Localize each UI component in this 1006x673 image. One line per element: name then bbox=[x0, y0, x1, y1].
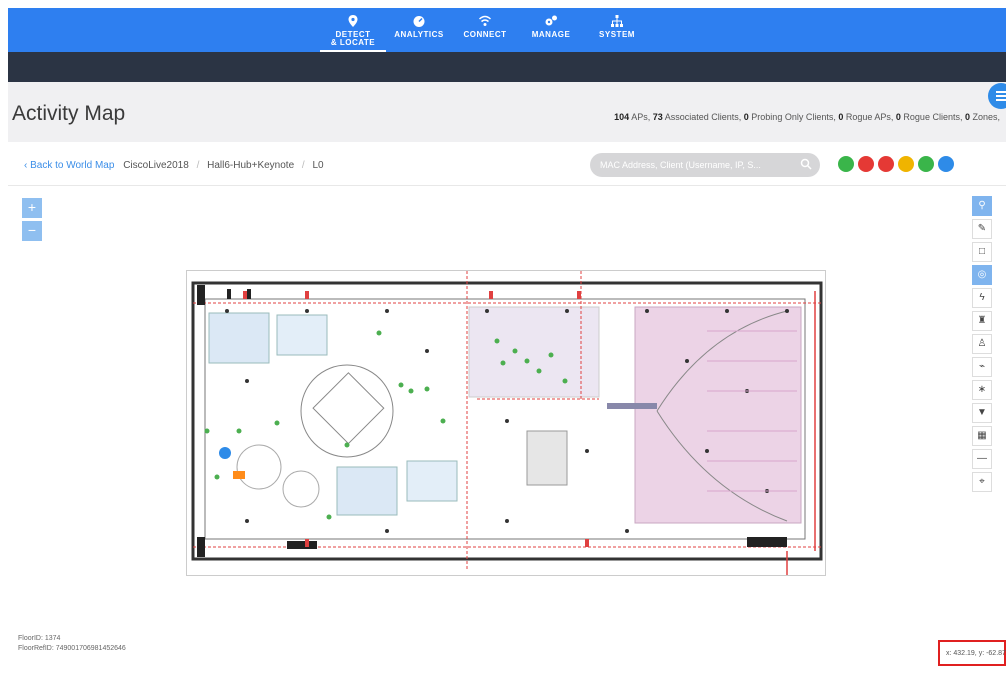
page-header: Activity Map 104 APs, 73 Associated Clie… bbox=[8, 82, 1006, 142]
search-placeholder: MAC Address, Client (Username, IP, S... bbox=[600, 160, 761, 170]
zoom-in-button[interactable]: + bbox=[22, 198, 42, 218]
floor-plan[interactable] bbox=[186, 270, 826, 576]
flash-tool[interactable]: ϟ bbox=[972, 288, 992, 308]
stat-label: Probing Only Clients, bbox=[748, 112, 839, 122]
stat-label: Rogue APs, bbox=[843, 112, 896, 122]
target-tool[interactable]: ◎ bbox=[972, 265, 992, 285]
crosshair-tool[interactable]: ⌖ bbox=[972, 472, 992, 492]
nav-item-label: MANAGE bbox=[531, 30, 571, 39]
nav-item-connect[interactable]: CONNECT bbox=[452, 8, 518, 52]
filter-tool[interactable]: ▼ bbox=[972, 403, 992, 423]
top-nav: DETECT & LOCATE ANALYTICS CONNECT MANAGE SYS… bbox=[8, 8, 1006, 52]
wifi-icon bbox=[478, 15, 492, 26]
menu-line bbox=[996, 99, 1006, 101]
stat-label: Associated Clients, bbox=[662, 112, 744, 122]
breadcrumb-building[interactable]: Hall6-Hub+Keynote bbox=[207, 160, 294, 171]
breadcrumb: ‹ Back to World Map CiscoLive2018 / Hall… bbox=[24, 160, 324, 171]
gears-icon bbox=[545, 15, 557, 26]
stat-label: Rogue Clients, bbox=[900, 112, 965, 122]
floor-ref-id: FloorRefID: 749001706981452646 bbox=[18, 645, 126, 652]
nav-items: DETECT & LOCATE ANALYTICS CONNECT MANAGE SYS… bbox=[320, 8, 650, 52]
back-to-world-map-link[interactable]: ‹ Back to World Map bbox=[24, 160, 114, 171]
stat-value: 104 bbox=[614, 112, 630, 122]
breadcrumb-campus[interactable]: CiscoLive2018 bbox=[123, 160, 189, 171]
settings-icon[interactable] bbox=[918, 156, 934, 172]
nav-item-label: ANALYTICS bbox=[394, 30, 444, 39]
stat-label: Zones, bbox=[969, 112, 1000, 122]
gauge-icon bbox=[413, 16, 425, 27]
menu-line bbox=[996, 91, 1006, 93]
floor-id: FloorID: 1374 bbox=[18, 635, 61, 642]
menu-line bbox=[996, 95, 1006, 97]
nav-item-detect-locate[interactable]: DETECT & LOCATE bbox=[320, 8, 386, 52]
map-pin-icon bbox=[348, 15, 358, 27]
floor-info: FloorID: 1374 FloorRefID: 74900170698145… bbox=[18, 634, 126, 654]
user-x-tool[interactable]: ♙ bbox=[972, 334, 992, 354]
lock-red-icon[interactable] bbox=[878, 156, 894, 172]
bluetooth-tool[interactable]: ∗ bbox=[972, 380, 992, 400]
square-tool[interactable]: □ bbox=[972, 242, 992, 262]
minus-tool[interactable]: — bbox=[972, 449, 992, 469]
stats-summary: 104 APs, 73 Associated Clients, 0 Probin… bbox=[614, 112, 1000, 122]
nav-item-system[interactable]: SYSTEM bbox=[584, 8, 650, 52]
user-red-icon[interactable] bbox=[858, 156, 874, 172]
history-icon[interactable] bbox=[898, 156, 914, 172]
nav-item-label: DETECT & LOCATE bbox=[330, 30, 376, 47]
hierarchy-icon bbox=[611, 15, 623, 27]
floor-plan-drawing bbox=[191, 271, 823, 575]
stat-label: APs, bbox=[629, 112, 653, 122]
breadcrumb-separator: / bbox=[196, 160, 200, 171]
nav-item-manage[interactable]: MANAGE bbox=[518, 8, 584, 52]
search-icon[interactable] bbox=[800, 158, 812, 170]
breadcrumb-separator: / bbox=[301, 160, 305, 171]
cursor-coordinates: x: 432.19, y: -62.87 ft bbox=[938, 640, 1006, 666]
info-icon[interactable] bbox=[938, 156, 954, 172]
pencil-tool[interactable]: ✎ bbox=[972, 219, 992, 239]
page-title: Activity Map bbox=[12, 102, 126, 125]
sub-bar bbox=[8, 52, 1006, 82]
back-link-label: Back to World Map bbox=[30, 160, 115, 171]
stat-value: 73 bbox=[652, 112, 663, 122]
breadcrumb-bar: ‹ Back to World Map CiscoLive2018 / Hall… bbox=[8, 144, 1006, 186]
client-green-icon[interactable] bbox=[838, 156, 854, 172]
location-pin-tool[interactable]: ⚲ bbox=[972, 196, 992, 216]
toolbar-icons bbox=[838, 156, 954, 172]
map-area[interactable]: + − ⚲ ✎ □ ◎ ϟ ♜ ♙ ⌁ ∗ ▼ ▦ — ⌖ FloorID: 1… bbox=[8, 186, 1006, 656]
nav-item-label: SYSTEM bbox=[599, 30, 635, 39]
search-input[interactable]: MAC Address, Client (Username, IP, S... bbox=[590, 153, 820, 177]
grid-tool[interactable]: ▦ bbox=[972, 426, 992, 446]
nav-item-label: CONNECT bbox=[463, 30, 507, 39]
hamburger-menu-button[interactable] bbox=[988, 83, 1006, 109]
tag-tool[interactable]: ⌁ bbox=[972, 357, 992, 377]
map-tools-panel: ⚲ ✎ □ ◎ ϟ ♜ ♙ ⌁ ∗ ▼ ▦ — ⌖ bbox=[972, 196, 992, 495]
nav-item-analytics[interactable]: ANALYTICS bbox=[386, 8, 452, 52]
zoom-out-button[interactable]: − bbox=[22, 221, 42, 241]
lock-tool[interactable]: ♜ bbox=[972, 311, 992, 331]
breadcrumb-floor[interactable]: L0 bbox=[312, 160, 323, 171]
